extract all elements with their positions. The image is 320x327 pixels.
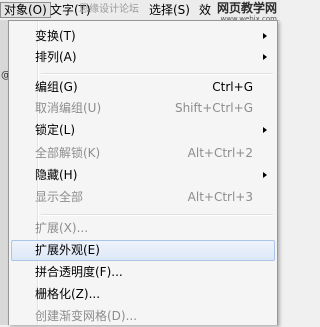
menu-item-rasterize[interactable]: 栅格化(Z)... xyxy=(11,284,275,305)
menu-item-label: 扩展外观(E) xyxy=(35,243,100,257)
menu-effect[interactable]: 效 xyxy=(196,2,214,18)
menu-item-expand: 扩展(X)... xyxy=(11,218,275,239)
menu-item-flatten-transparency[interactable]: 拼合透明度(F)... xyxy=(11,262,275,283)
submenu-arrow-icon xyxy=(263,54,267,60)
menu-item-label: 栅格化(Z)... xyxy=(35,287,101,301)
submenu-arrow-icon xyxy=(263,172,267,178)
menu-bar: 对象(O) 文字(T) 思缘设计论坛 选择(S) 效 网页教学网 www.web… xyxy=(0,0,280,23)
menu-separator xyxy=(41,214,273,216)
menu-item-shortcut: Shift+Ctrl+G xyxy=(174,101,253,115)
menu-item-transform[interactable]: 变换(T) xyxy=(11,26,275,47)
menu-item-expand-appearance[interactable]: 扩展外观(E) xyxy=(11,240,275,261)
menu-item-label: 编组(G) xyxy=(35,80,78,94)
menu-item-arrange[interactable]: 排列(A) xyxy=(11,47,275,68)
watermark-title: 网页教学网 xyxy=(216,1,277,15)
menu-item-label: 隐藏(H) xyxy=(35,168,78,182)
menu-item-label: 拼合透明度(F)... xyxy=(35,265,123,279)
object-menu: 变换(T) 排列(A) 编组(G) Ctrl+G 取消编组(U) Shift+C… xyxy=(8,20,278,325)
menu-item-label: 创建渐变网格(D)... xyxy=(35,309,138,323)
menu-item-label: 锁定(L) xyxy=(35,123,76,137)
menu-item-label: 排列(A) xyxy=(35,50,77,64)
menu-item-create-gradient-mesh: 创建渐变网格(D)... xyxy=(11,306,275,327)
menu-item-group[interactable]: 编组(G) Ctrl+G xyxy=(11,77,275,98)
menu-separator xyxy=(41,73,273,75)
menu-item-hide[interactable]: 隐藏(H) xyxy=(11,165,275,186)
menu-item-label: 变换(T) xyxy=(35,29,76,43)
menu-item-show-all: 显示全部 Alt+Ctrl+3 xyxy=(11,187,275,208)
menu-item-lock[interactable]: 锁定(L) xyxy=(11,120,275,141)
menu-item-ungroup: 取消编组(U) Shift+Ctrl+G xyxy=(11,98,275,119)
menu-item-shortcut: Alt+Ctrl+3 xyxy=(187,190,253,204)
menu-item-unlock-all: 全部解锁(K) Alt+Ctrl+2 xyxy=(11,143,275,164)
menubar-hint: 思缘设计论坛 xyxy=(79,4,139,15)
menu-select[interactable]: 选择(S) xyxy=(146,2,193,18)
menu-item-shortcut: Alt+Ctrl+2 xyxy=(187,146,253,160)
menu-item-label: 扩展(X)... xyxy=(35,221,89,235)
menu-item-label: 显示全部 xyxy=(35,190,84,204)
menu-item-label: 取消编组(U) xyxy=(35,101,102,115)
submenu-arrow-icon xyxy=(263,127,267,133)
menu-item-label: 全部解锁(K) xyxy=(35,146,101,160)
menu-object[interactable]: 对象(O) xyxy=(0,2,51,18)
menu-item-shortcut: Ctrl+G xyxy=(212,80,253,94)
submenu-arrow-icon xyxy=(263,33,267,39)
